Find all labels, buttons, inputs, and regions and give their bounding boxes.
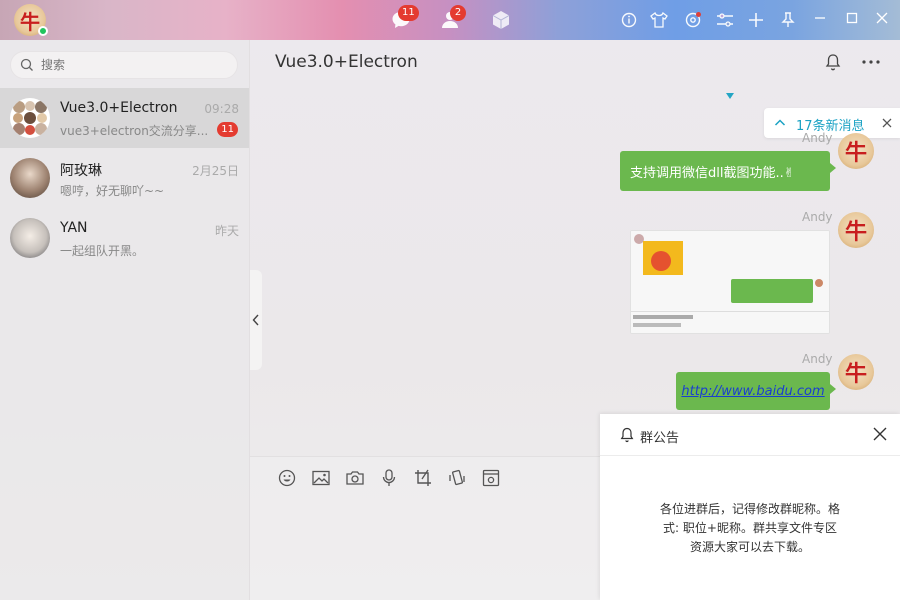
notice-line: 式: 职位+昵称。群共享文件专区 xyxy=(663,521,837,535)
chat-item-vue3-electron[interactable]: Vue3.0+Electron 09:28 vue3+electron交流分享.… xyxy=(0,88,249,148)
image-icon[interactable] xyxy=(310,467,332,489)
close-icon[interactable] xyxy=(882,118,892,128)
pin-icon[interactable] xyxy=(777,9,799,31)
message-image[interactable] xyxy=(630,230,830,334)
search-input[interactable] xyxy=(41,56,226,74)
search-icon xyxy=(20,58,33,71)
notice-line: 资源大家可以去下载。 xyxy=(689,540,810,554)
plus-icon[interactable] xyxy=(745,9,767,31)
sliders-icon[interactable] xyxy=(714,9,736,31)
title-bar: 牛 11 2 xyxy=(0,0,900,40)
notice-content: 各位进群后，记得修改群昵称。格 式: 职位+昵称。群共享文件专区 资源大家可以去… xyxy=(640,500,860,557)
shake-icon[interactable] xyxy=(446,467,468,489)
chevron-left-icon xyxy=(252,314,259,326)
info-icon[interactable] xyxy=(618,9,640,31)
group-notice-panel: 群公告 各位进群后，记得修改群昵称。格 式: 职位+昵称。群共享文件专区 资源大… xyxy=(600,414,900,600)
emoji-icon[interactable] xyxy=(276,467,298,489)
chevron-up-icon xyxy=(774,119,786,126)
chat-preview: 一起组队开黑。 xyxy=(60,244,145,258)
microphone-icon[interactable] xyxy=(378,467,400,489)
close-icon[interactable] xyxy=(870,6,894,30)
contacts-badge: 2 xyxy=(450,5,466,21)
chat-name: Vue3.0+Electron xyxy=(60,100,178,116)
camera-icon[interactable] xyxy=(344,467,366,489)
group-avatar xyxy=(10,98,50,138)
chat-item-amelin[interactable]: 阿玫琳 2月25日 嗯哼，好无聊吖~~ xyxy=(0,148,249,208)
chat-item-yan[interactable]: YAN 昨天 一起组队开黑。 xyxy=(0,208,249,268)
notice-header: 群公告 xyxy=(600,414,900,456)
chat-preview: vue3+electron交流分享... xyxy=(60,124,209,138)
message-sender: Andy xyxy=(802,210,833,224)
bell-icon[interactable] xyxy=(823,52,843,72)
settings-icon[interactable] xyxy=(682,9,704,31)
online-status-dot xyxy=(38,26,48,36)
box-icon[interactable] xyxy=(490,9,512,31)
contact-avatar xyxy=(10,158,50,198)
contact-avatar xyxy=(10,218,50,258)
sender-avatar[interactable]: 牛 xyxy=(838,212,874,248)
message-bubble[interactable]: 支持调用微信dll截图功能..✌ xyxy=(620,151,836,191)
close-icon[interactable] xyxy=(870,424,890,444)
chat-name: YAN xyxy=(60,220,88,236)
chat-title: Vue3.0+Electron xyxy=(275,52,418,72)
notice-line: 各位进群后，记得修改群昵称。格 xyxy=(659,502,840,516)
scroll-indicator-icon xyxy=(726,93,734,99)
crop-icon[interactable] xyxy=(412,467,434,489)
collapse-sidebar-button[interactable] xyxy=(250,270,262,370)
chat-time: 09:28 xyxy=(204,102,239,116)
message-text: 支持调用微信dll截图功能..✌ xyxy=(630,165,795,181)
more-icon[interactable] xyxy=(861,52,881,72)
chat-badge: 11 xyxy=(398,5,419,21)
chat-name: 阿玫琳 xyxy=(60,163,102,179)
message-sender: Andy xyxy=(802,352,833,366)
message-sender: Andy xyxy=(802,131,833,145)
message-bubble[interactable]: http://www.baidu.com xyxy=(676,372,836,410)
bell-icon xyxy=(620,427,634,443)
maximize-icon[interactable] xyxy=(840,6,864,30)
chat-time: 昨天 xyxy=(214,224,239,238)
skin-icon[interactable] xyxy=(648,9,670,31)
message-link[interactable]: http://www.baidu.com xyxy=(681,384,824,399)
chat-list-sidebar: Vue3.0+Electron 09:28 vue3+electron交流分享.… xyxy=(0,40,250,600)
unread-badge: 11 xyxy=(217,122,238,137)
chat-preview: 嗯哼，好无聊吖~~ xyxy=(60,184,165,198)
minimize-icon[interactable] xyxy=(808,6,832,30)
search-box[interactable] xyxy=(10,51,238,79)
sender-avatar[interactable]: 牛 xyxy=(838,133,874,169)
notice-title: 群公告 xyxy=(640,431,680,446)
sender-avatar[interactable]: 牛 xyxy=(838,354,874,390)
screen-record-icon[interactable] xyxy=(480,467,502,489)
chat-time: 2月25日 xyxy=(192,164,239,178)
